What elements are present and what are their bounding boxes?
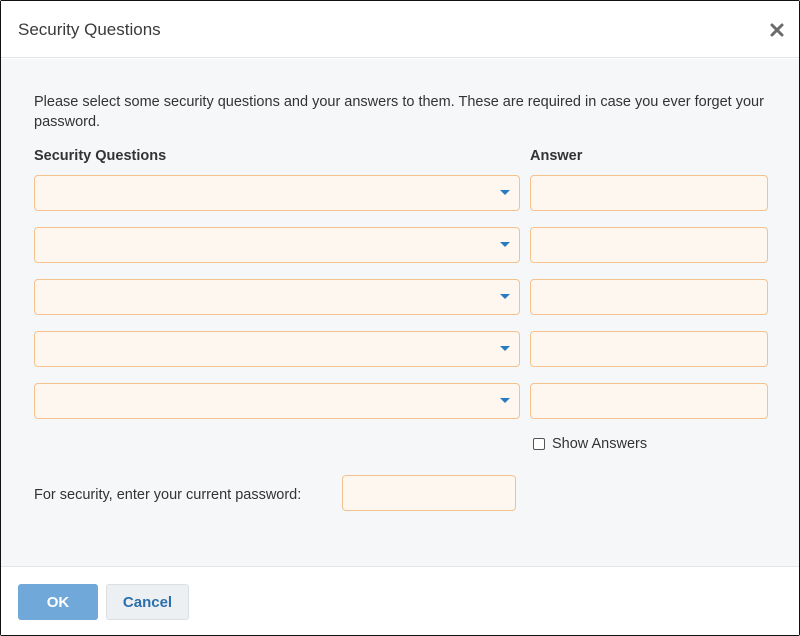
current-password-input[interactable] bbox=[342, 475, 516, 511]
ok-button[interactable]: OK bbox=[18, 584, 98, 620]
chevron-down-icon[interactable] bbox=[500, 294, 510, 299]
security-questions-label: Security Questions bbox=[34, 148, 167, 164]
answer-input-4[interactable] bbox=[530, 331, 768, 367]
show-answers-label: Show Answers bbox=[552, 436, 648, 452]
dialog-header: Security Questions bbox=[1, 1, 799, 58]
cancel-button[interactable]: Cancel bbox=[106, 584, 189, 620]
dialog-footer: OK Cancel bbox=[1, 568, 799, 635]
dialog-body: Please select some security questions an… bbox=[1, 59, 799, 567]
chevron-down-icon[interactable] bbox=[500, 398, 510, 403]
chevron-down-icon[interactable] bbox=[500, 346, 510, 351]
answer-input-2[interactable] bbox=[530, 227, 768, 263]
intro-text: Please select some security questions an… bbox=[34, 94, 764, 130]
question-select-2[interactable] bbox=[34, 227, 520, 263]
chevron-down-icon[interactable] bbox=[500, 190, 510, 195]
show-answers-checkbox[interactable] bbox=[533, 438, 545, 450]
chevron-down-icon[interactable] bbox=[500, 242, 510, 247]
answer-input-3[interactable] bbox=[530, 279, 768, 315]
question-select-4[interactable] bbox=[34, 331, 520, 367]
current-password-label: For security, enter your current passwor… bbox=[34, 487, 302, 503]
question-select-3[interactable] bbox=[34, 279, 520, 315]
show-answers-toggle[interactable]: Show Answers bbox=[533, 435, 647, 453]
security-questions-dialog: Security Questions Please select some se… bbox=[0, 0, 800, 636]
dialog-title: Security Questions bbox=[18, 20, 161, 39]
answer-label: Answer bbox=[530, 148, 583, 164]
question-select-5[interactable] bbox=[34, 383, 520, 419]
answer-input-5[interactable] bbox=[530, 383, 768, 419]
close-icon[interactable] bbox=[769, 22, 785, 38]
question-select-1[interactable] bbox=[34, 175, 520, 211]
answer-input-1[interactable] bbox=[530, 175, 768, 211]
